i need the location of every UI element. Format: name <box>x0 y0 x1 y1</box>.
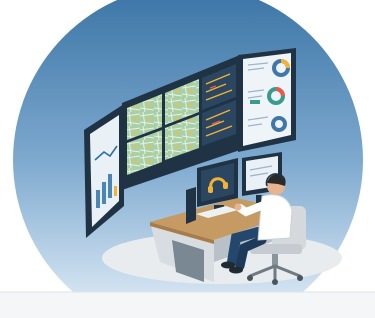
control-room-illustration <box>0 0 375 318</box>
right-dashboard-monitor <box>238 48 296 152</box>
